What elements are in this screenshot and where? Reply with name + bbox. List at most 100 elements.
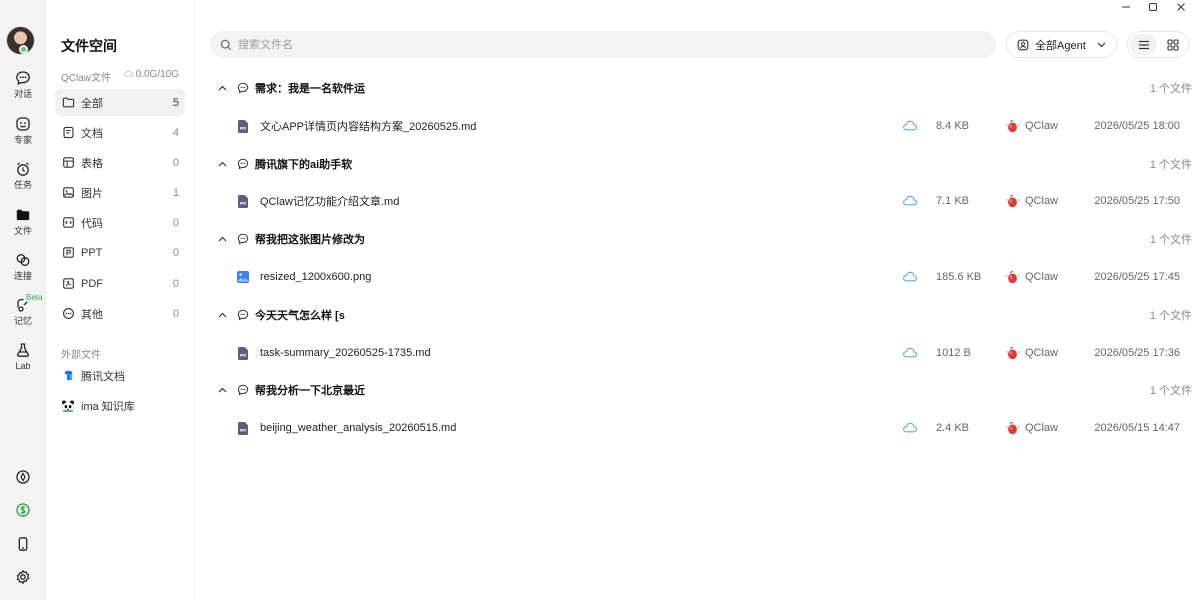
chat-icon bbox=[237, 233, 249, 245]
rail-phone-button[interactable] bbox=[0, 536, 46, 552]
file-row[interactable]: MD QClaw记忆功能介绍文章.md 7.1 KB QClaw 2026/05… bbox=[236, 191, 1192, 211]
cloud-icon[interactable] bbox=[903, 195, 917, 206]
sidebar-item-images[interactable]: 图片 1 bbox=[55, 179, 185, 206]
view-toggle bbox=[1127, 31, 1189, 58]
sidebar-item-count: 0 bbox=[172, 156, 179, 169]
group-header[interactable]: 帮我把这张图片修改为 1 个文件 bbox=[218, 229, 1192, 249]
sidebar-item-ima-knowledge[interactable]: ima 知识库 bbox=[55, 392, 185, 419]
sidebar-item-other[interactable]: 其他 0 bbox=[55, 300, 185, 327]
rail-item-files[interactable]: 文件 bbox=[0, 207, 46, 236]
sidebar-item-tables[interactable]: 表格 0 bbox=[55, 149, 185, 176]
close-icon bbox=[1177, 3, 1185, 11]
coin-icon bbox=[16, 503, 30, 517]
sidebar-item-label: 其他 bbox=[81, 308, 103, 321]
sidebar-item-code[interactable]: 代码 0 bbox=[55, 209, 185, 236]
rail-item-chat[interactable]: 对话 bbox=[0, 70, 46, 99]
table-icon bbox=[61, 156, 75, 170]
search-bar[interactable] bbox=[210, 31, 996, 58]
group-title: 需求：我是一名软件运 bbox=[255, 83, 365, 95]
markdown-file-icon: MD bbox=[238, 120, 248, 133]
group-title: 今天天气怎么样 [s bbox=[255, 310, 345, 322]
rail-item-lab[interactable]: Lab bbox=[0, 342, 46, 371]
file-date: 2026/05/25 17:45 bbox=[1094, 271, 1180, 283]
document-icon bbox=[61, 126, 75, 140]
qclaw-logo-icon bbox=[1005, 346, 1019, 360]
rail-label: 任务 bbox=[13, 180, 32, 190]
rail-coin-button[interactable] bbox=[0, 502, 46, 518]
sidebar-item-tencent-docs[interactable]: 腾讯文档 bbox=[55, 362, 185, 389]
group-file-count: 1 个文件 bbox=[1149, 234, 1192, 246]
sidebar-item-pdf[interactable]: PDF 0 bbox=[55, 270, 185, 297]
compass-icon bbox=[16, 470, 30, 484]
agent-name: QClaw bbox=[1025, 120, 1059, 132]
group-header[interactable]: 需求：我是一名软件运 1 个文件 bbox=[218, 78, 1192, 98]
rail-item-connect[interactable]: 连接 bbox=[0, 252, 46, 281]
file-row[interactable]: MD 文心APP详情页内容结构方案_20260525.md 8.4 KB QCl… bbox=[236, 116, 1192, 136]
group-title: 帮我分析一下北京最近 bbox=[255, 385, 365, 397]
sidebar-item-all[interactable]: 全部 5 bbox=[55, 89, 185, 116]
group-header[interactable]: 今天天气怎么样 [s 1 个文件 bbox=[218, 305, 1192, 325]
file-row[interactable]: MD beijing_weather_analysis_20260515.md … bbox=[236, 418, 1192, 438]
ima-panda-icon bbox=[61, 399, 75, 413]
sidebar-title: 文件空间 bbox=[61, 38, 117, 54]
close-button[interactable] bbox=[1171, 0, 1191, 14]
rail-item-memory[interactable]: Beta 记忆 bbox=[0, 293, 46, 326]
agent-filter-label: 全部Agent bbox=[1035, 39, 1086, 52]
agent-name: QClaw bbox=[1025, 271, 1059, 283]
sidebar-item-label: 图片 bbox=[81, 187, 103, 200]
cloud-icon[interactable] bbox=[903, 347, 917, 358]
sidebar-item-label: 文档 bbox=[81, 127, 103, 140]
cloud-icon[interactable] bbox=[903, 422, 917, 433]
file-agent: QClaw bbox=[1005, 346, 1058, 360]
file-size: 2.4 KB bbox=[936, 422, 970, 434]
chevron-up-icon bbox=[218, 85, 230, 91]
file-name: 文心APP详情页内容结构方案_20260525.md bbox=[260, 121, 477, 133]
chevron-down-icon bbox=[1097, 42, 1106, 47]
storage-quota: 0.0G/10G bbox=[123, 69, 179, 80]
sidebar-item-label: 表格 bbox=[81, 157, 103, 170]
file-name: beijing_weather_analysis_20260515.md bbox=[260, 422, 457, 434]
chat-icon bbox=[237, 384, 249, 396]
file-date: 2026/05/25 17:50 bbox=[1094, 195, 1180, 207]
minimize-button[interactable] bbox=[1116, 0, 1136, 14]
sidebar-item-label: ima 知识库 bbox=[81, 400, 135, 413]
file-row[interactable]: resized_1200x600.png 185.6 KB QClaw 2026… bbox=[236, 267, 1192, 287]
maximize-button[interactable] bbox=[1143, 0, 1163, 14]
chat-icon bbox=[16, 71, 30, 86]
file-name: task-summary_20260525-1735.md bbox=[260, 347, 431, 359]
svg-text:MD: MD bbox=[240, 202, 247, 206]
storage-quota-value: 0.0G/10G bbox=[135, 69, 179, 80]
search-input[interactable] bbox=[238, 38, 938, 51]
list-view-button[interactable] bbox=[1130, 34, 1157, 55]
sidebar-item-count: 0 bbox=[172, 216, 179, 229]
search-icon bbox=[220, 39, 232, 50]
markdown-file-icon: MD bbox=[238, 347, 248, 360]
tencent-docs-icon bbox=[61, 369, 75, 383]
more-icon bbox=[61, 307, 75, 321]
folder-icon bbox=[61, 96, 75, 110]
group-file-count: 1 个文件 bbox=[1149, 385, 1192, 397]
sidebar-item-count: 0 bbox=[172, 277, 179, 290]
rail-settings-button[interactable] bbox=[0, 569, 46, 585]
file-row[interactable]: MD task-summary_20260525-1735.md 1012 B … bbox=[236, 343, 1192, 363]
cloud-icon[interactable] bbox=[903, 271, 917, 282]
file-name: resized_1200x600.png bbox=[260, 271, 372, 283]
group-header[interactable]: 腾讯旗下的ai助手软 1 个文件 bbox=[218, 154, 1192, 174]
agent-filter-dropdown[interactable]: 全部Agent bbox=[1006, 31, 1117, 58]
rail-item-tasks[interactable]: 任务 bbox=[0, 161, 46, 190]
rail-item-expert[interactable]: 专家 bbox=[0, 116, 46, 145]
alarm-clock-icon bbox=[17, 162, 29, 176]
qclaw-logo-icon bbox=[1005, 119, 1019, 133]
svg-text:MD: MD bbox=[240, 354, 247, 358]
file-size: 185.6 KB bbox=[936, 271, 982, 283]
sidebar-item-ppt[interactable]: PPT 0 bbox=[55, 239, 185, 266]
sidebar-item-count: 0 bbox=[172, 246, 179, 259]
sidebar-item-count: 1 bbox=[172, 186, 179, 199]
minimize-icon bbox=[1122, 6, 1130, 8]
sidebar-item-label: 代码 bbox=[81, 217, 103, 230]
group-header[interactable]: 帮我分析一下北京最近 1 个文件 bbox=[218, 380, 1192, 400]
cloud-icon[interactable] bbox=[903, 120, 917, 131]
rail-compass-button[interactable] bbox=[0, 469, 46, 485]
grid-view-button[interactable] bbox=[1159, 34, 1186, 55]
sidebar-item-documents[interactable]: 文档 4 bbox=[55, 119, 185, 146]
